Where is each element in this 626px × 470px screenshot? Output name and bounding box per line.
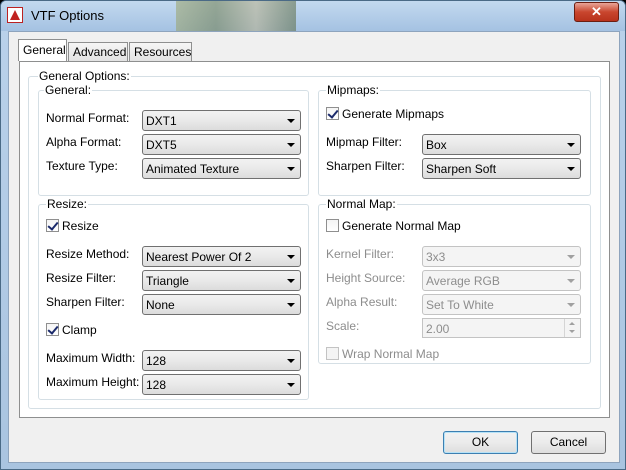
normal-format-value: DXT1: [146, 114, 177, 128]
alpha-result-value: Set To White: [426, 298, 494, 312]
app-icon: [7, 7, 23, 23]
texture-type-select[interactable]: Animated Texture: [142, 158, 301, 179]
texture-type-value: Animated Texture: [146, 162, 240, 176]
wrap-normal-map-checkbox[interactable]: [326, 347, 339, 360]
general-legend: General:: [44, 83, 93, 97]
mipmap-sharpen-filter-label: Sharpen Filter:: [326, 159, 405, 173]
mipmap-filter-label: Mipmap Filter:: [326, 135, 403, 149]
kernel-filter-select[interactable]: 3x3: [422, 246, 581, 267]
generate-mipmaps-label[interactable]: Generate Mipmaps: [342, 107, 444, 121]
arrow-up-icon[interactable]: [569, 322, 575, 325]
vtf-options-window: VTF Options ✕ General Advanced Resources…: [0, 0, 626, 470]
ok-button[interactable]: OK: [443, 431, 518, 454]
resize-checkbox-label[interactable]: Resize: [62, 219, 99, 233]
mipmap-filter-value: Box: [426, 138, 447, 152]
maximum-height-label: Maximum Height:: [46, 375, 140, 389]
alpha-format-value: DXT5: [146, 138, 177, 152]
resize-sharpen-filter-label: Sharpen Filter:: [46, 295, 125, 309]
height-source-value: Average RGB: [426, 274, 500, 288]
kernel-filter-label: Kernel Filter:: [326, 247, 395, 261]
maximum-width-label: Maximum Width:: [46, 351, 136, 365]
resize-method-select[interactable]: Nearest Power Of 2: [142, 246, 301, 267]
window-title: VTF Options: [31, 8, 104, 23]
arrow-down-icon[interactable]: [569, 330, 575, 333]
alpha-format-label: Alpha Format:: [46, 135, 122, 149]
cancel-button[interactable]: Cancel: [531, 431, 606, 454]
mipmap-sharpen-filter-value: Sharpen Soft: [426, 162, 497, 176]
general-options-legend: General Options:: [38, 69, 131, 83]
resize-filter-label: Resize Filter:: [46, 271, 117, 285]
chevron-down-icon: [287, 255, 295, 259]
generate-normal-map-checkbox[interactable]: [326, 219, 339, 232]
title-bar[interactable]: VTF Options ✕: [1, 1, 625, 31]
chevron-down-icon: [567, 303, 575, 307]
chevron-down-icon: [287, 119, 295, 123]
mipmap-filter-select[interactable]: Box: [422, 134, 581, 155]
generate-normal-map-label[interactable]: Generate Normal Map: [342, 219, 461, 233]
scale-spin-buttons[interactable]: [564, 319, 580, 337]
resize-filter-select[interactable]: Triangle: [142, 270, 301, 291]
texture-type-label: Texture Type:: [46, 159, 118, 173]
height-source-label: Height Source:: [326, 271, 406, 285]
scale-spinbox[interactable]: 2.00: [422, 318, 581, 338]
normal-map-legend: Normal Map:: [326, 197, 397, 211]
alpha-result-select[interactable]: Set To White: [422, 294, 581, 315]
alpha-result-label: Alpha Result:: [326, 295, 398, 309]
mipmaps-legend: Mipmaps:: [326, 83, 381, 97]
height-source-select[interactable]: Average RGB: [422, 270, 581, 291]
chevron-down-icon: [287, 383, 295, 387]
close-button[interactable]: ✕: [574, 2, 619, 22]
chevron-down-icon: [287, 279, 295, 283]
resize-checkbox[interactable]: [46, 219, 59, 232]
chevron-down-icon: [567, 279, 575, 283]
chevron-down-icon: [287, 167, 295, 171]
tab-resources[interactable]: Resources: [129, 42, 192, 61]
mipmap-sharpen-filter-select[interactable]: Sharpen Soft: [422, 158, 581, 179]
resize-sharpen-filter-value: None: [146, 298, 175, 312]
maximum-height-value: 128: [146, 378, 167, 392]
dialog-client: General Advanced Resources General Optio…: [8, 31, 620, 463]
scale-label: Scale:: [326, 319, 360, 333]
clamp-label[interactable]: Clamp: [62, 323, 97, 337]
chevron-down-icon: [287, 359, 295, 363]
clamp-checkbox[interactable]: [46, 323, 59, 336]
scale-value: 2.00: [426, 322, 450, 336]
normal-format-select[interactable]: DXT1: [142, 110, 301, 131]
chevron-down-icon: [287, 303, 295, 307]
resize-filter-value: Triangle: [146, 274, 189, 288]
resize-method-value: Nearest Power Of 2: [146, 250, 252, 264]
maximum-width-select[interactable]: 128: [142, 350, 301, 371]
tab-advanced[interactable]: Advanced: [68, 42, 128, 61]
wrap-normal-map-label[interactable]: Wrap Normal Map: [342, 347, 439, 361]
generate-mipmaps-checkbox[interactable]: [326, 107, 339, 120]
chevron-down-icon: [567, 255, 575, 259]
maximum-width-value: 128: [146, 354, 167, 368]
title-bar-background: [176, 1, 296, 31]
chevron-down-icon: [567, 143, 575, 147]
kernel-filter-value: 3x3: [426, 250, 446, 264]
general-tab-panel: General Options: General: Normal Format:…: [19, 61, 610, 418]
tab-general[interactable]: General: [18, 39, 67, 61]
resize-legend: Resize:: [46, 197, 89, 211]
normal-format-label: Normal Format:: [46, 111, 130, 125]
maximum-height-select[interactable]: 128: [142, 374, 301, 395]
resize-method-label: Resize Method:: [46, 247, 130, 261]
resize-sharpen-filter-select[interactable]: None: [142, 294, 301, 315]
chevron-down-icon: [567, 167, 575, 171]
chevron-down-icon: [287, 143, 295, 147]
alpha-format-select[interactable]: DXT5: [142, 134, 301, 155]
